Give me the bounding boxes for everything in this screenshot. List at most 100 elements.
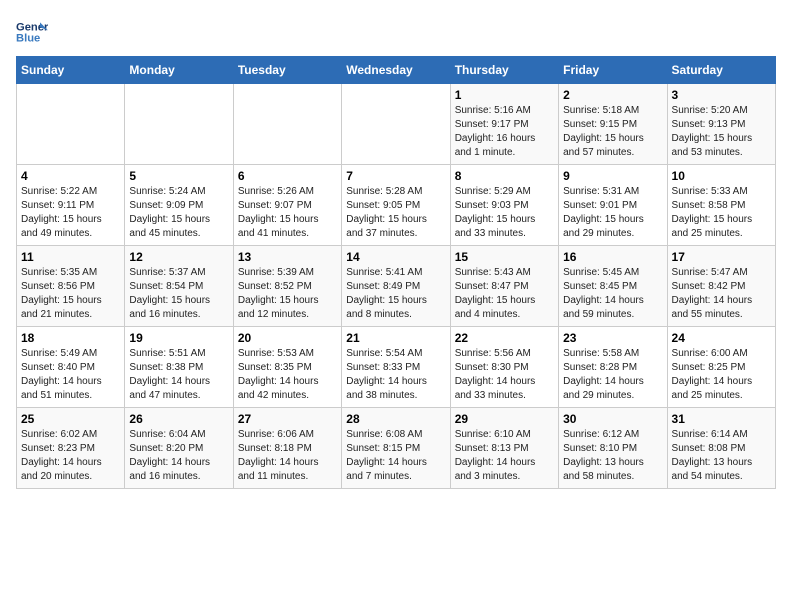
calendar-cell: 27 Sunrise: 6:06 AM Sunset: 8:18 PM Dayli… (233, 408, 341, 489)
calendar-cell: 26 Sunrise: 6:04 AM Sunset: 8:20 PM Dayli… (125, 408, 233, 489)
calendar-cell: 20Sunrise: 5:53 AM Sunset: 8:35 PM Dayli… (233, 327, 341, 408)
calendar-cell: 6Sunrise: 5:26 AM Sunset: 9:07 PM Daylig… (233, 165, 341, 246)
calendar-cell: 31 Sunrise: 6:14 AM Sunset: 8:08 PM Dayli… (667, 408, 775, 489)
day-info: Sunrise: 6:14 AM Sunset: 8:08 PM Dayligh… (672, 428, 771, 484)
day-info: Sunrise: 5:16 AM Sunset: 9:17 PM Dayligh… (455, 104, 554, 160)
day-info: Sunrise: 6:04 AM Sunset: 8:20 PM Dayligh… (129, 428, 228, 484)
page-header: General Blue (16, 16, 776, 48)
day-info: Sunrise: 6:00 AM Sunset: 8:25 PM Dayligh… (672, 347, 771, 403)
day-info: Sunrise: 5:37 AM Sunset: 8:54 PM Dayligh… (129, 266, 228, 322)
day-info: Sunrise: 5:54 AM Sunset: 8:33 PM Dayligh… (346, 347, 445, 403)
calendar-cell: 28 Sunrise: 6:08 AM Sunset: 8:15 PM Dayli… (342, 408, 450, 489)
week-row-3: 18 Sunrise: 5:49 AM Sunset: 8:40 PM Dayli… (17, 327, 776, 408)
day-number: 23 (563, 331, 662, 345)
day-number: 28 (346, 412, 445, 426)
day-number: 30 (563, 412, 662, 426)
day-number: 13 (238, 250, 337, 264)
day-number: 17 (672, 250, 771, 264)
calendar-cell (125, 84, 233, 165)
calendar-cell: 12 Sunrise: 5:37 AM Sunset: 8:54 PM Dayli… (125, 246, 233, 327)
day-number: 12 (129, 250, 228, 264)
day-info: Sunrise: 5:20 AM Sunset: 9:13 PM Dayligh… (672, 104, 771, 160)
calendar-cell: 8 Sunrise: 5:29 AM Sunset: 9:03 PM Daylig… (450, 165, 558, 246)
calendar-cell: 14 Sunrise: 5:41 AM Sunset: 8:49 PM Dayli… (342, 246, 450, 327)
day-info: Sunrise: 6:12 AM Sunset: 8:10 PM Dayligh… (563, 428, 662, 484)
col-header-wednesday: Wednesday (342, 57, 450, 84)
calendar-table: SundayMondayTuesdayWednesdayThursdayFrid… (16, 56, 776, 489)
day-number: 29 (455, 412, 554, 426)
calendar-cell (342, 84, 450, 165)
day-number: 8 (455, 169, 554, 183)
day-number: 4 (21, 169, 120, 183)
logo: General Blue (16, 16, 48, 48)
day-info: Sunrise: 5:49 AM Sunset: 8:40 PM Dayligh… (21, 347, 120, 403)
calendar-cell: 5 Sunrise: 5:24 AM Sunset: 9:09 PM Daylig… (125, 165, 233, 246)
day-number: 1 (455, 88, 554, 102)
day-info: Sunrise: 5:47 AM Sunset: 8:42 PM Dayligh… (672, 266, 771, 322)
day-number: 20 (238, 331, 337, 345)
day-info: Sunrise: 5:41 AM Sunset: 8:49 PM Dayligh… (346, 266, 445, 322)
day-number: 6 (238, 169, 337, 183)
calendar-cell: 23 Sunrise: 5:58 AM Sunset: 8:28 PM Dayli… (559, 327, 667, 408)
day-number: 24 (672, 331, 771, 345)
day-number: 21 (346, 331, 445, 345)
calendar-cell: 25 Sunrise: 6:02 AM Sunset: 8:23 PM Dayli… (17, 408, 125, 489)
calendar-cell: 4 Sunrise: 5:22 AM Sunset: 9:11 PM Daylig… (17, 165, 125, 246)
calendar-cell: 3 Sunrise: 5:20 AM Sunset: 9:13 PM Daylig… (667, 84, 775, 165)
calendar-cell (17, 84, 125, 165)
day-info: Sunrise: 5:18 AM Sunset: 9:15 PM Dayligh… (563, 104, 662, 160)
calendar-cell: 2 Sunrise: 5:18 AM Sunset: 9:15 PM Daylig… (559, 84, 667, 165)
week-row-4: 25 Sunrise: 6:02 AM Sunset: 8:23 PM Dayli… (17, 408, 776, 489)
day-info: Sunrise: 5:29 AM Sunset: 9:03 PM Dayligh… (455, 185, 554, 241)
calendar-cell: 24 Sunrise: 6:00 AM Sunset: 8:25 PM Dayli… (667, 327, 775, 408)
day-info: Sunrise: 5:39 AM Sunset: 8:52 PM Dayligh… (238, 266, 337, 322)
day-number: 27 (238, 412, 337, 426)
day-info: Sunrise: 5:58 AM Sunset: 8:28 PM Dayligh… (563, 347, 662, 403)
day-number: 7 (346, 169, 445, 183)
day-info: Sunrise: 5:31 AM Sunset: 9:01 PM Dayligh… (563, 185, 662, 241)
week-row-2: 11Sunrise: 5:35 AM Sunset: 8:56 PM Dayli… (17, 246, 776, 327)
calendar-cell: 7 Sunrise: 5:28 AM Sunset: 9:05 PM Daylig… (342, 165, 450, 246)
day-info: Sunrise: 5:56 AM Sunset: 8:30 PM Dayligh… (455, 347, 554, 403)
col-header-thursday: Thursday (450, 57, 558, 84)
day-number: 3 (672, 88, 771, 102)
day-info: Sunrise: 5:35 AM Sunset: 8:56 PM Dayligh… (21, 266, 120, 322)
day-info: Sunrise: 5:33 AM Sunset: 8:58 PM Dayligh… (672, 185, 771, 241)
day-number: 2 (563, 88, 662, 102)
day-number: 19 (129, 331, 228, 345)
day-info: Sunrise: 5:51 AM Sunset: 8:38 PM Dayligh… (129, 347, 228, 403)
calendar-cell: 15Sunrise: 5:43 AM Sunset: 8:47 PM Dayli… (450, 246, 558, 327)
week-row-0: 1 Sunrise: 5:16 AM Sunset: 9:17 PM Daylig… (17, 84, 776, 165)
day-info: Sunrise: 5:45 AM Sunset: 8:45 PM Dayligh… (563, 266, 662, 322)
calendar-cell: 18 Sunrise: 5:49 AM Sunset: 8:40 PM Dayli… (17, 327, 125, 408)
col-header-sunday: Sunday (17, 57, 125, 84)
svg-text:Blue: Blue (16, 33, 40, 45)
day-number: 10 (672, 169, 771, 183)
day-number: 18 (21, 331, 120, 345)
logo-icon: General Blue (16, 16, 48, 48)
col-header-tuesday: Tuesday (233, 57, 341, 84)
calendar-cell: 17 Sunrise: 5:47 AM Sunset: 8:42 PM Dayli… (667, 246, 775, 327)
calendar-cell: 16Sunrise: 5:45 AM Sunset: 8:45 PM Dayli… (559, 246, 667, 327)
day-info: Sunrise: 5:43 AM Sunset: 8:47 PM Dayligh… (455, 266, 554, 322)
day-number: 5 (129, 169, 228, 183)
day-number: 26 (129, 412, 228, 426)
day-number: 22 (455, 331, 554, 345)
day-info: Sunrise: 5:28 AM Sunset: 9:05 PM Dayligh… (346, 185, 445, 241)
day-info: Sunrise: 6:06 AM Sunset: 8:18 PM Dayligh… (238, 428, 337, 484)
day-number: 31 (672, 412, 771, 426)
day-info: Sunrise: 5:24 AM Sunset: 9:09 PM Dayligh… (129, 185, 228, 241)
calendar-cell: 30 Sunrise: 6:12 AM Sunset: 8:10 PM Dayli… (559, 408, 667, 489)
calendar-cell: 19 Sunrise: 5:51 AM Sunset: 8:38 PM Dayli… (125, 327, 233, 408)
day-info: Sunrise: 6:08 AM Sunset: 8:15 PM Dayligh… (346, 428, 445, 484)
calendar-cell: 29Sunrise: 6:10 AM Sunset: 8:13 PM Dayli… (450, 408, 558, 489)
day-number: 25 (21, 412, 120, 426)
day-info: Sunrise: 5:22 AM Sunset: 9:11 PM Dayligh… (21, 185, 120, 241)
col-header-saturday: Saturday (667, 57, 775, 84)
day-info: Sunrise: 6:02 AM Sunset: 8:23 PM Dayligh… (21, 428, 120, 484)
day-number: 14 (346, 250, 445, 264)
day-number: 9 (563, 169, 662, 183)
col-header-friday: Friday (559, 57, 667, 84)
calendar-cell: 13 Sunrise: 5:39 AM Sunset: 8:52 PM Dayli… (233, 246, 341, 327)
week-row-1: 4 Sunrise: 5:22 AM Sunset: 9:11 PM Daylig… (17, 165, 776, 246)
